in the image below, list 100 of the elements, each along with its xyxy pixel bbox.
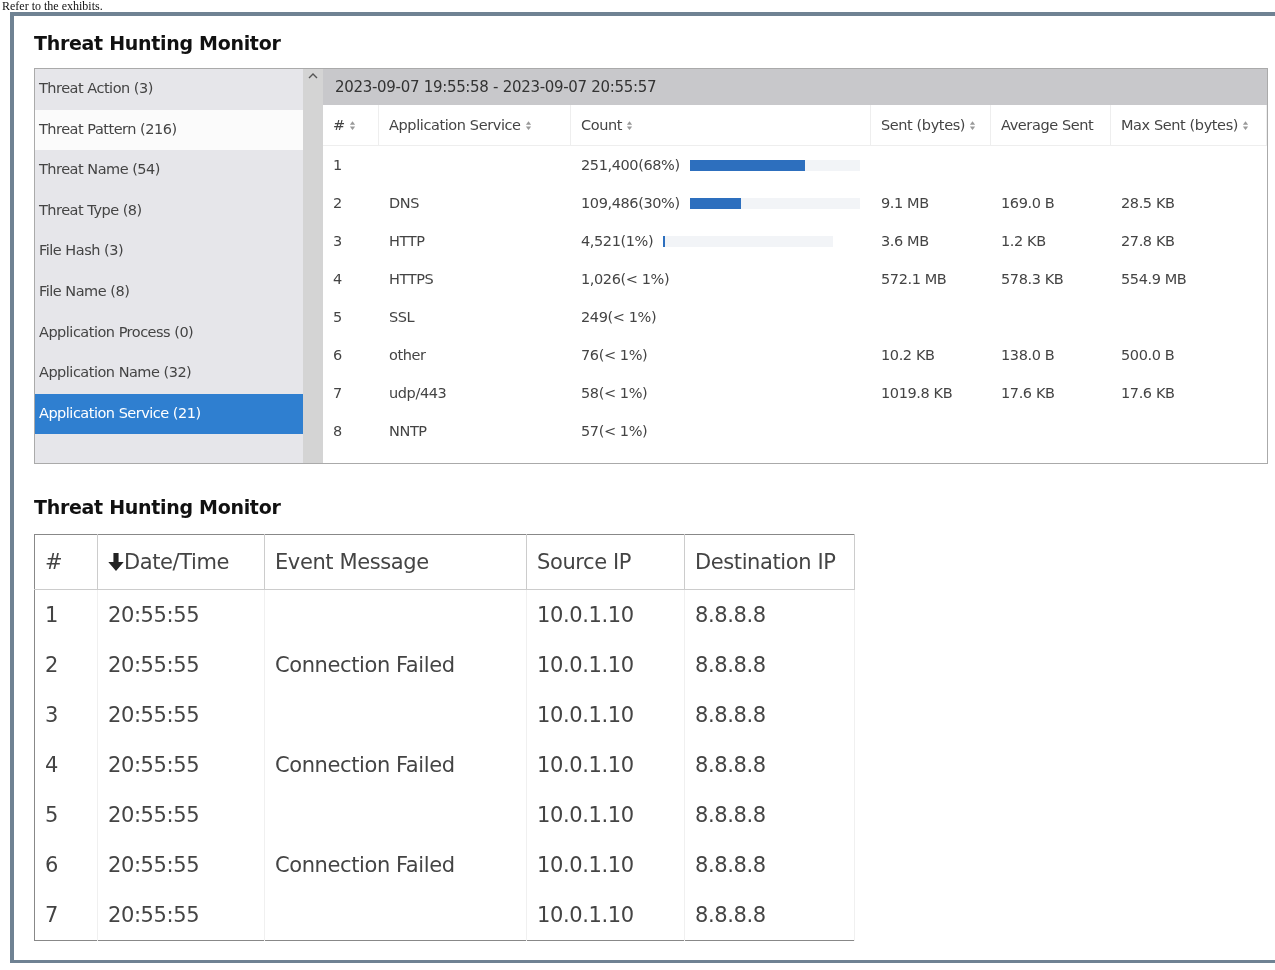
sort-icon[interactable]: [348, 119, 356, 131]
table-cell: 28.5 KB: [1121, 195, 1175, 211]
table-cell: 20:55:55: [108, 903, 200, 927]
table-cell: 4: [333, 271, 342, 287]
table-cell: 10.0.1.10: [537, 803, 634, 827]
table-cell: 3: [333, 233, 342, 249]
table-cell: 20:55:55: [108, 853, 200, 877]
table-cell: 8.8.8.8: [695, 753, 766, 777]
sidebar-item[interactable]: File Hash (3): [35, 231, 303, 272]
table-cell: 8.8.8.8: [695, 803, 766, 827]
table-cell: 6: [45, 853, 58, 877]
column-header[interactable]: Application Service: [379, 105, 571, 145]
table-cell: 249(< 1%): [581, 309, 657, 325]
column-header[interactable]: Count: [571, 105, 871, 145]
table-cell: 109,486(30%): [581, 195, 680, 211]
table-cell: 138.0 B: [1001, 347, 1055, 363]
sort-icon[interactable]: [1242, 119, 1250, 131]
table-cell: NNTP: [389, 423, 427, 439]
table-cell: 7: [333, 385, 342, 401]
column-header[interactable]: #: [323, 105, 379, 145]
sidebar-item[interactable]: Threat Pattern (216): [35, 109, 303, 151]
panel-title: Threat Hunting Monitor: [34, 32, 282, 56]
sort-icon[interactable]: [969, 119, 977, 131]
sidebar-item[interactable]: Threat Name (54): [35, 150, 303, 191]
column-header[interactable]: Destination IP: [684, 534, 855, 590]
table-cell: HTTPS: [389, 271, 434, 287]
column-header[interactable]: Source IP: [526, 534, 685, 590]
table-cell: 10.2 KB: [881, 347, 935, 363]
table-cell: 10.0.1.10: [537, 753, 634, 777]
table-cell: 76(< 1%): [581, 347, 648, 363]
table-cell: 169.0 B: [1001, 195, 1055, 211]
table-cell: 20:55:55: [108, 703, 200, 727]
table-cell: udp/443: [389, 385, 447, 401]
column-header[interactable]: Sent (bytes): [871, 105, 991, 145]
table-cell: 27.8 KB: [1121, 233, 1175, 249]
column-header[interactable]: Date/Time: [97, 534, 265, 590]
table-cell: HTTP: [389, 233, 425, 249]
column-header[interactable]: Event Message: [264, 534, 527, 590]
table-cell: 2: [333, 195, 342, 211]
table-cell: 10.0.1.10: [537, 653, 634, 677]
table-cell: 20:55:55: [108, 653, 200, 677]
table-cell: 5: [45, 803, 58, 827]
table-cell: 8.8.8.8: [695, 603, 766, 627]
table-cell: 17.6 KB: [1121, 385, 1175, 401]
table-cell: 3: [45, 703, 58, 727]
table-cell: 20:55:55: [108, 603, 200, 627]
table-cell: 8: [333, 423, 342, 439]
sidebar-item[interactable]: Threat Action (3): [35, 69, 303, 110]
table-cell: 8.8.8.8: [695, 853, 766, 877]
table-cell: 5: [333, 309, 342, 325]
table-cell: 1,026(< 1%): [581, 271, 670, 287]
table-cell: 8.8.8.8: [695, 903, 766, 927]
sort-down-icon: [108, 553, 124, 571]
column-header[interactable]: #: [34, 534, 98, 590]
table-cell: 4,521(1%): [581, 233, 654, 249]
sort-icon[interactable]: [524, 119, 532, 131]
sidebar-item[interactable]: File Name (8): [35, 271, 303, 313]
table-cell: 20:55:55: [108, 803, 200, 827]
sort-icon[interactable]: [626, 119, 634, 131]
sidebar-item[interactable]: Application Service (21): [35, 393, 303, 435]
panel-title: Threat Hunting Monitor: [34, 496, 282, 520]
table-cell: 10.0.1.10: [537, 703, 634, 727]
table-cell: 1: [333, 157, 342, 173]
table-cell: 1: [45, 603, 58, 627]
table-cell: 9.1 MB: [881, 195, 929, 211]
sidebar-item[interactable]: Application Name (32): [35, 353, 303, 394]
table-cell: 578.3 KB: [1001, 271, 1064, 287]
table-cell: 554.9 MB: [1121, 271, 1187, 287]
column-header[interactable]: Average Sent: [991, 105, 1111, 145]
table-cell: 572.1 MB: [881, 271, 947, 287]
table-cell: 10.0.1.10: [537, 853, 634, 877]
table-cell: other: [389, 347, 426, 363]
table-cell: 2: [45, 653, 58, 677]
table-cell: Connection Failed: [275, 753, 455, 777]
sidebar-item[interactable]: Application Process (0): [35, 312, 303, 354]
scroll-up-icon[interactable]: [308, 73, 318, 79]
table-cell: 10.0.1.10: [537, 603, 634, 627]
table-cell: 17.6 KB: [1001, 385, 1055, 401]
table-cell: 7: [45, 903, 58, 927]
scrollbar[interactable]: [303, 69, 323, 463]
table-cell: 58(< 1%): [581, 385, 648, 401]
sidebar-item[interactable]: Threat Type (8): [35, 190, 303, 232]
table-cell: 20:55:55: [108, 753, 200, 777]
caption-text: Refer to the exhibits.: [1, 0, 104, 12]
table-cell: 8.8.8.8: [695, 653, 766, 677]
table-cell: 1.2 KB: [1001, 233, 1046, 249]
table-cell: 4: [45, 753, 58, 777]
table-cell: 8.8.8.8: [695, 703, 766, 727]
column-header[interactable]: Max Sent (bytes): [1111, 105, 1267, 145]
table-cell: 1019.8 KB: [881, 385, 953, 401]
time-range: 2023-09-07 19:55:58 - 2023-09-07 20:55:57: [335, 78, 657, 96]
table-cell: 251,400(68%): [581, 157, 680, 173]
table-cell: SSL: [389, 309, 415, 325]
table-cell: 57(< 1%): [581, 423, 648, 439]
table-cell: 3.6 MB: [881, 233, 929, 249]
table-cell: 10.0.1.10: [537, 903, 634, 927]
table-cell: DNS: [389, 195, 420, 211]
table-cell: 500.0 B: [1121, 347, 1175, 363]
table-cell: Connection Failed: [275, 853, 455, 877]
table-cell: Connection Failed: [275, 653, 455, 677]
